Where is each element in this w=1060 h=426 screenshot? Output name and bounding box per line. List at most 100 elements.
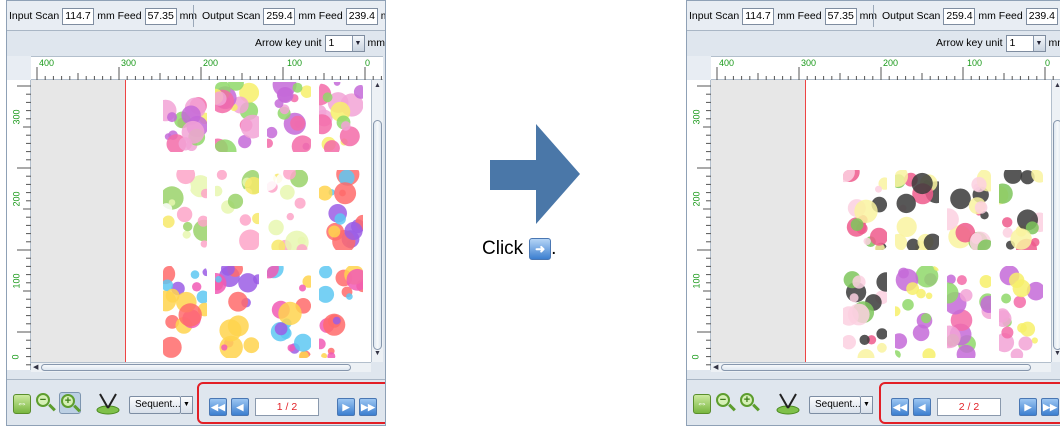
chevron-down-icon[interactable]: ▼ <box>351 35 364 51</box>
ruler-label: 100 <box>11 273 22 289</box>
next-page-button[interactable]: ▶ <box>337 398 355 416</box>
image-tile <box>895 266 939 358</box>
output-scan-label: Output Scan <box>202 10 261 22</box>
horizontal-ruler: 400 300 200 100 0 <box>711 56 1060 81</box>
output-scan-field[interactable]: 259.4 <box>263 7 296 25</box>
scroll-down-icon[interactable]: ▼ <box>1054 350 1060 357</box>
input-scan-field[interactable]: 114.7 <box>62 7 95 25</box>
image-tile <box>947 266 991 358</box>
previous-page-button[interactable]: ◀ <box>913 398 931 416</box>
vertical-scrollbar[interactable]: ▲ ▼ <box>371 80 383 362</box>
bottom-toolbar: ⇔ − + Sequent... ▼ ◀◀ ◀ 2 / 2 ▶ ▶▶ <box>687 379 1060 425</box>
image-tile <box>843 266 887 358</box>
horizontal-scrollbar[interactable]: ◀ <box>711 362 1051 372</box>
ruler-corner <box>687 56 711 80</box>
fit-page-icon: ⇔ <box>696 398 708 410</box>
right-arrow-icon <box>490 124 580 224</box>
cut-pen-icon <box>776 393 800 415</box>
output-feed-field[interactable]: 239.4 <box>1025 7 1058 25</box>
ruler-label: 200 <box>11 191 22 207</box>
page-indicator: 2 / 2 <box>937 398 1001 416</box>
first-page-button[interactable]: ◀◀ <box>209 398 227 416</box>
page-navigator-highlight: ◀◀ ◀ 1 / 2 ▶ ▶▶ <box>197 382 385 424</box>
last-page-icon: ▶▶ <box>361 402 375 412</box>
print-layout-canvas[interactable] <box>711 80 1051 362</box>
vertical-scrollbar[interactable]: ▲ ▼ <box>1051 80 1060 362</box>
unit-label: mm <box>298 10 316 22</box>
first-page-button[interactable]: ◀◀ <box>891 398 909 416</box>
output-scan-field[interactable]: 259.4 <box>943 7 976 25</box>
order-select-value[interactable]: Sequent... <box>809 396 861 414</box>
output-size-group: Output Scan 259.4 mm Feed 239.4 mm <box>193 5 385 27</box>
last-page-button[interactable]: ▶▶ <box>359 398 377 416</box>
unit-label: mm <box>1048 37 1060 49</box>
scroll-up-icon[interactable]: ▲ <box>1054 82 1060 89</box>
left-screen-capture: Input Scan 114.7 mm Feed 57.35 mm Output… <box>6 0 386 426</box>
horizontal-scrollbar[interactable]: ◀ <box>31 362 371 372</box>
last-page-icon: ▶▶ <box>1043 402 1057 412</box>
vertical-ruler: 300 200 100 0 <box>687 80 711 370</box>
output-feed-label: Feed <box>998 10 1023 22</box>
scroll-down-icon[interactable]: ▼ <box>374 350 381 357</box>
print-layout-canvas[interactable] <box>31 80 371 362</box>
zoom-in-button[interactable]: + <box>59 392 81 414</box>
image-tile <box>267 82 311 152</box>
arrow-key-unit-value: 1 <box>1009 37 1016 49</box>
ruler-label: 200 <box>203 58 219 68</box>
image-tile <box>215 82 259 152</box>
ruler-label: 0 <box>10 354 21 360</box>
chevron-down-icon[interactable]: ▼ <box>1032 35 1045 51</box>
first-page-icon: ◀◀ <box>211 402 225 412</box>
ruler-label: 200 <box>883 58 899 68</box>
scan-feed-toolbar: Input Scan 114.7 mm Feed 57.35 mm Output… <box>7 1 385 31</box>
scroll-up-icon[interactable]: ▲ <box>374 82 381 89</box>
arrow-key-unit-row: Arrow key unit 1 ▼ mm <box>936 34 1060 52</box>
previous-page-icon: ◀ <box>918 402 926 412</box>
vertical-scroll-thumb[interactable] <box>373 120 382 350</box>
scroll-left-icon[interactable]: ◀ <box>33 363 38 371</box>
order-select[interactable]: Sequent... ▼ <box>129 396 193 414</box>
horizontal-scroll-thumb[interactable] <box>41 364 351 371</box>
out-of-range-area <box>711 80 805 362</box>
image-tile <box>163 266 207 358</box>
ruler-label: 300 <box>11 109 22 125</box>
input-scan-field[interactable]: 114.7 <box>742 7 775 25</box>
ruler-label: 100 <box>967 58 983 68</box>
image-tile <box>163 82 207 152</box>
last-page-button[interactable]: ▶▶ <box>1041 398 1059 416</box>
first-page-icon: ◀◀ <box>893 402 907 412</box>
media-edge-line <box>125 80 126 362</box>
horizontal-ruler: 400 300 200 100 0 <box>31 56 383 81</box>
input-feed-field[interactable]: 57.35 <box>824 7 857 25</box>
cut-line-button[interactable] <box>95 388 121 416</box>
image-tile <box>215 170 259 250</box>
chevron-down-icon[interactable]: ▼ <box>181 396 193 414</box>
chevron-down-icon[interactable]: ▼ <box>861 396 873 414</box>
previous-page-button[interactable]: ◀ <box>231 398 249 416</box>
ruler-label: 0 <box>1045 58 1051 68</box>
order-select[interactable]: Sequent... ▼ <box>809 396 873 414</box>
unit-label: mm <box>978 10 996 22</box>
output-feed-field[interactable]: 239.4 <box>345 7 378 25</box>
zoom-out-button[interactable]: − <box>35 392 57 414</box>
input-feed-label: Feed <box>797 10 822 22</box>
input-size-group: Input Scan 114.7 mm Feed 57.35 mm <box>9 7 197 25</box>
zoom-out-button[interactable]: − <box>715 392 737 414</box>
image-tile <box>319 82 363 152</box>
output-feed-label: Feed <box>318 10 343 22</box>
next-page-button[interactable]: ▶ <box>1019 398 1037 416</box>
fit-page-button[interactable]: ⇔ <box>693 394 711 414</box>
fit-page-button[interactable]: ⇔ <box>13 394 31 414</box>
image-tile <box>319 266 363 358</box>
image-tile <box>947 170 991 250</box>
cut-line-button[interactable] <box>775 388 801 416</box>
zoom-in-button[interactable]: + <box>739 392 761 414</box>
scroll-left-icon[interactable]: ◀ <box>713 363 718 371</box>
horizontal-scroll-thumb[interactable] <box>721 364 1031 371</box>
arrow-key-unit-select[interactable]: 1 ▼ <box>1005 34 1046 52</box>
arrow-key-unit-select[interactable]: 1 ▼ <box>324 34 365 52</box>
order-select-value[interactable]: Sequent... <box>129 396 181 414</box>
input-feed-field[interactable]: 57.35 <box>144 7 177 25</box>
input-size-group: Input Scan 114.7 mm Feed 57.35 mm <box>689 7 877 25</box>
vertical-scroll-thumb[interactable] <box>1053 120 1060 350</box>
